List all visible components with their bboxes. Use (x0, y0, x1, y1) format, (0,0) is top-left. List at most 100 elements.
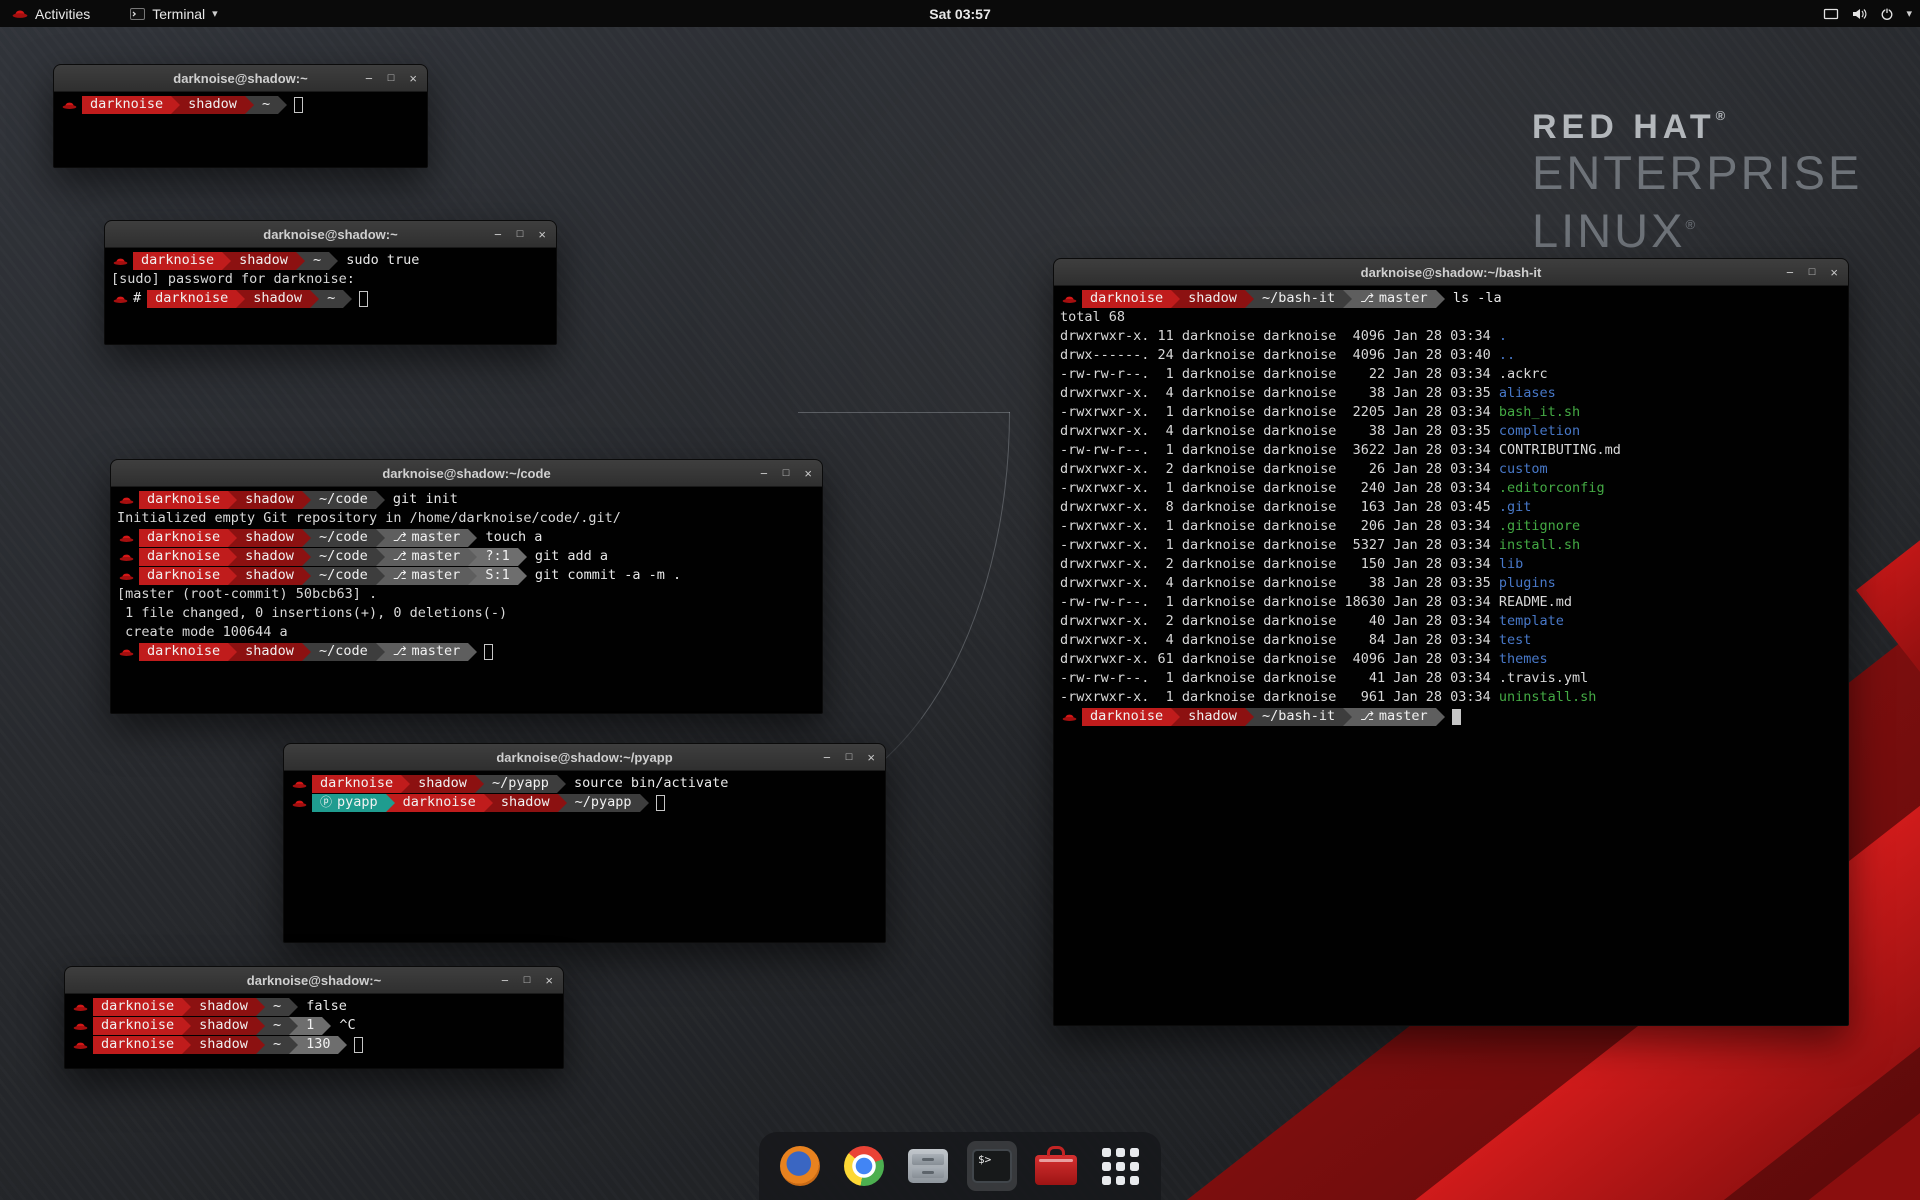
app-menu-terminal[interactable]: Terminal ▾ (118, 0, 229, 27)
terminal-body[interactable]: darknoiseshadow~/code git initInitialize… (111, 487, 822, 664)
terminal-body[interactable]: darknoiseshadow~ sudo true[sudo] passwor… (105, 248, 556, 311)
prompt-line: darknoiseshadow~1 ^C (71, 1016, 557, 1035)
minimize-button[interactable]: − (760, 467, 768, 480)
terminal-output-line: drwxrwxr-x. 2 darknoise darknoise 150 Ja… (1060, 555, 1842, 574)
terminal-window[interactable]: darknoise@shadow:~−□×darknoiseshadow~ su… (104, 220, 557, 345)
dock-firefox[interactable] (775, 1141, 825, 1191)
close-button[interactable]: × (1830, 266, 1838, 279)
terminal-body[interactable]: darknoiseshadow~ falsedarknoiseshadow~1 … (65, 994, 563, 1057)
powerline-separator-icon (329, 252, 338, 270)
minimize-button[interactable]: − (1786, 266, 1794, 279)
powerline-separator-icon (401, 775, 410, 793)
maximize-button[interactable]: □ (524, 975, 531, 986)
window-titlebar[interactable]: darknoise@shadow:~−□× (65, 967, 563, 994)
dock-appgrid[interactable] (1095, 1141, 1145, 1191)
close-button[interactable]: × (867, 751, 875, 764)
powerline-separator-icon (222, 252, 231, 270)
close-button[interactable]: × (409, 72, 417, 85)
python-icon: ⓟ (320, 793, 332, 812)
powerline-separator-icon (245, 96, 254, 114)
window-title: darknoise@shadow:~/bash-it (1361, 265, 1542, 280)
prompt-segment-path: ~/pyapp (567, 794, 640, 812)
terminal-output-line: -rw-rw-r--. 1 darknoise darknoise 22 Jan… (1060, 365, 1842, 384)
power-icon (1880, 7, 1894, 21)
prompt-line: darknoiseshadow~/bash-it⎇master ls -la (1060, 289, 1842, 308)
window-titlebar[interactable]: darknoise@shadow:~−□× (54, 65, 427, 92)
redhat-prompt-icon (1062, 712, 1077, 722)
powerline-separator-icon (343, 290, 352, 308)
prompt-segment-host: shadow (1180, 708, 1245, 726)
maximize-button[interactable]: □ (783, 468, 790, 479)
close-button[interactable]: × (538, 228, 546, 241)
powerline-separator-icon (468, 548, 477, 566)
terminal-output-line: create mode 100644 a (117, 623, 816, 642)
terminal-body[interactable]: darknoiseshadow~/pyapp source bin/activa… (284, 771, 885, 815)
chevron-down-icon: ▾ (1906, 7, 1912, 20)
prompt-segment-user: darknoise (1082, 290, 1171, 308)
prompt-line: ⓟpyappdarknoiseshadow~/pyapp (290, 793, 879, 812)
prompt-segment-user: darknoise (147, 290, 236, 308)
activities-button[interactable]: Activities (0, 0, 102, 27)
terminal-window[interactable]: darknoise@shadow:~−□×darknoiseshadow~ fa… (64, 966, 564, 1069)
minimize-button[interactable]: − (501, 974, 509, 987)
powerline-separator-icon (1171, 708, 1180, 726)
prompt-segment-venv: ⓟpyapp (312, 794, 386, 812)
prompt-segment-path: ~/bash-it (1254, 708, 1343, 726)
prompt-segment-user: darknoise (139, 643, 228, 661)
top-bar: Activities Terminal ▾ Sat 03:57 ▾ (0, 0, 1920, 27)
maximize-button[interactable]: □ (846, 752, 853, 763)
terminal-window[interactable]: darknoise@shadow:~/code−□×darknoiseshado… (110, 459, 823, 714)
powerline-separator-icon (557, 775, 566, 793)
terminal-window[interactable]: darknoise@shadow:~−□×darknoiseshadow~ (53, 64, 428, 168)
dock-chrome[interactable] (839, 1141, 889, 1191)
redhat-prompt-icon (113, 294, 128, 304)
minimize-button[interactable]: − (365, 72, 373, 85)
dock-terminal[interactable]: $> (967, 1141, 1017, 1191)
powerline-separator-icon (386, 794, 395, 812)
powerline-separator-icon (228, 491, 237, 509)
terminal-output-line: [master (root-commit) 50bcb63] . (117, 585, 816, 604)
terminal-icon: $> (972, 1149, 1012, 1183)
window-titlebar[interactable]: darknoise@shadow:~/bash-it − □ × (1054, 259, 1848, 286)
powerline-separator-icon (322, 1017, 331, 1035)
prompt-segment-user: darknoise (139, 567, 228, 585)
redhat-prompt-icon (119, 533, 134, 543)
dock-files[interactable] (903, 1141, 953, 1191)
minimize-button[interactable]: − (494, 228, 502, 241)
volume-icon (1851, 7, 1868, 21)
close-button[interactable]: × (545, 974, 553, 987)
terminal-output-line: drwxrwxr-x. 2 darknoise darknoise 26 Jan… (1060, 460, 1842, 479)
clock[interactable]: Sat 03:57 (929, 6, 990, 22)
window-titlebar[interactable]: darknoise@shadow:~/code−□× (111, 460, 822, 487)
powerline-separator-icon (518, 567, 527, 585)
prompt-segment-host: shadow (237, 567, 302, 585)
redhat-prompt-icon (73, 1021, 88, 1031)
powerline-separator-icon (296, 252, 305, 270)
window-titlebar[interactable]: darknoise@shadow:~/pyapp−□× (284, 744, 885, 771)
prompt-segment-git: ⎇master (385, 548, 469, 566)
minimize-button[interactable]: − (823, 751, 831, 764)
terminal-window[interactable]: darknoise@shadow:~/bash-it − □ × darknoise sh… (1053, 258, 1849, 1026)
terminal-output-line: -rw-rw-r--. 1 darknoise darknoise 18630 … (1060, 593, 1842, 612)
powerline-separator-icon (302, 491, 311, 509)
terminal-body[interactable]: darknoiseshadow~/bash-it⎇master ls -lato… (1054, 286, 1848, 729)
prompt-segment-host: shadow (1180, 290, 1245, 308)
prompt-segment-user: darknoise (133, 252, 222, 270)
redhat-prompt-icon (73, 1002, 88, 1012)
maximize-button[interactable]: □ (1809, 267, 1816, 278)
toolbox-icon (1035, 1155, 1077, 1185)
maximize-button[interactable]: □ (517, 229, 524, 240)
prompt-segment-status: ?:1 (477, 548, 517, 566)
powerline-separator-icon (310, 290, 319, 308)
prompt-segment-status: 130 (298, 1036, 338, 1054)
maximize-button[interactable]: □ (388, 73, 395, 84)
terminal-body[interactable]: darknoiseshadow~ (54, 92, 427, 117)
dock-toolbox[interactable] (1031, 1141, 1081, 1191)
prompt-segment-host: shadow (191, 998, 256, 1016)
terminal-app-icon (130, 8, 145, 20)
terminal-window[interactable]: darknoise@shadow:~/pyapp−□×darknoiseshad… (283, 743, 886, 943)
terminal-output-line: drwxrwxr-x. 4 darknoise darknoise 38 Jan… (1060, 422, 1842, 441)
system-tray[interactable]: ▾ (1823, 7, 1912, 21)
close-button[interactable]: × (804, 467, 812, 480)
window-titlebar[interactable]: darknoise@shadow:~−□× (105, 221, 556, 248)
